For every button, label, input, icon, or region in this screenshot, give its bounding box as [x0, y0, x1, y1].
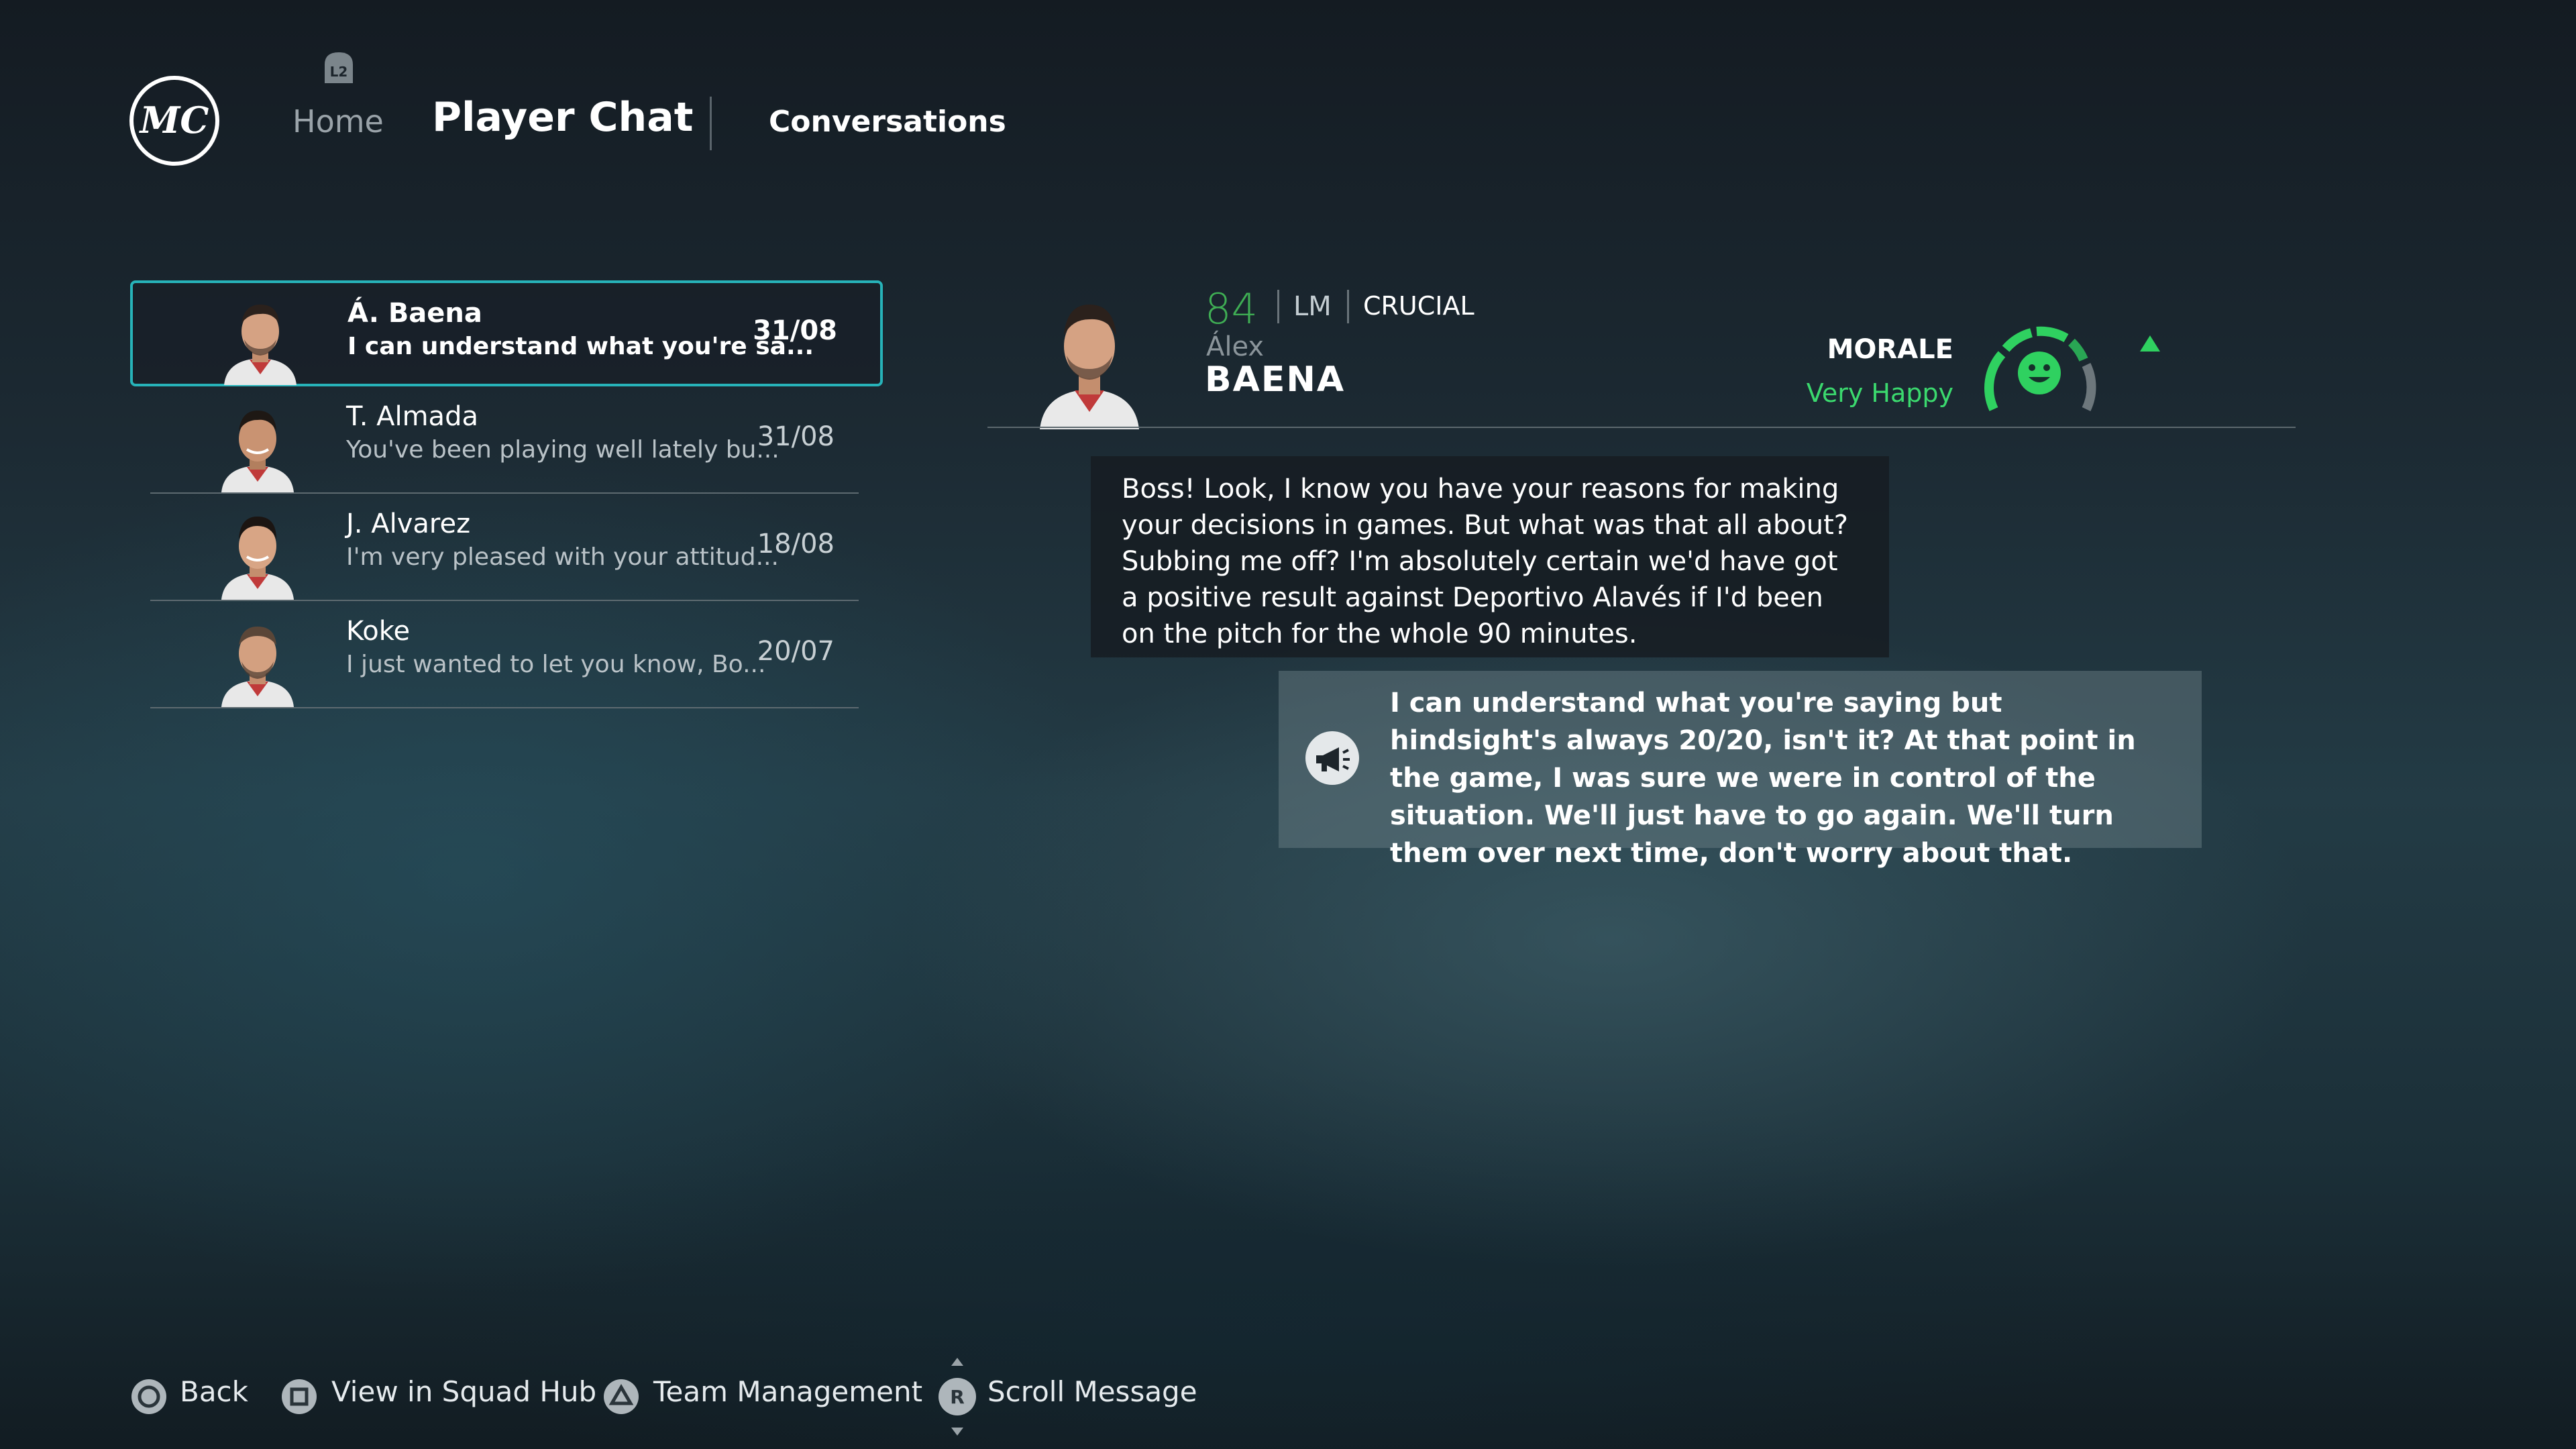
- nav-divider: [710, 97, 712, 150]
- svg-text:R: R: [950, 1386, 965, 1408]
- back-prompt[interactable]: Back: [180, 1375, 248, 1408]
- manager-reply-text: I can understand what you're saying but …: [1390, 688, 2136, 869]
- circle-button-icon: [131, 1379, 166, 1414]
- player-position: LM: [1293, 291, 1332, 322]
- scroll-message-prompt[interactable]: Scroll Message: [987, 1375, 1197, 1408]
- team-management-prompt[interactable]: Team Management: [653, 1375, 922, 1408]
- svg-text:L2: L2: [330, 64, 348, 80]
- conversation-date: 31/08: [757, 421, 835, 452]
- nav-home[interactable]: Home: [292, 103, 384, 140]
- player-avatar: [221, 411, 294, 492]
- player-rating: 84: [1205, 284, 1258, 333]
- conversation-date: 18/08: [757, 529, 835, 559]
- player-avatar: [221, 627, 294, 707]
- conversation-name: Á. Baena: [347, 298, 482, 329]
- megaphone-icon: [1305, 731, 1359, 785]
- manager-career-logo: MC: [129, 76, 219, 166]
- conversation-snippet: I can understand what you're sa...: [347, 333, 814, 360]
- player-first-name: Álex: [1206, 331, 1265, 362]
- conversation-item-baena[interactable]: Á. Baena I can understand what you're sa…: [130, 280, 883, 386]
- conversation-name: T. Almada: [346, 401, 478, 432]
- manager-reply-bubble: I can understand what you're saying but …: [1279, 671, 2202, 869]
- conversation-name: Koke: [346, 616, 411, 647]
- conversation-name: J. Alvarez: [346, 508, 471, 539]
- position-divider: [1347, 290, 1349, 323]
- rating-divider: [1277, 290, 1279, 323]
- player-photo: [1040, 305, 1139, 429]
- conversation-snippet: I just wanted to let you know, Bo...: [346, 651, 766, 678]
- right-stick-icon: R: [938, 1358, 976, 1436]
- player-avatar: [221, 517, 294, 600]
- player-last-name: BAENA: [1205, 360, 1346, 400]
- l2-button-icon: L2: [325, 52, 353, 83]
- tab-conversations[interactable]: Conversations: [769, 105, 1006, 139]
- player-message-bubble: Boss! Look, I know you have your reasons…: [1091, 456, 1889, 657]
- player-role: CRUCIAL: [1363, 291, 1474, 321]
- conversation-item-koke[interactable]: Koke I just wanted to let you know, Bo..…: [150, 601, 859, 708]
- page-title: Player Chat: [432, 94, 694, 141]
- conversation-item-almada[interactable]: T. Almada You've been playing well latel…: [150, 386, 859, 494]
- header-divider: [987, 427, 2296, 428]
- logo-text: MC: [139, 99, 209, 142]
- morale-label: MORALE: [1827, 334, 1953, 365]
- conversation-item-alvarez[interactable]: J. Alvarez I'm very pleased with your at…: [150, 494, 859, 601]
- morale-value: Very Happy: [1806, 378, 1953, 408]
- conversation-snippet: I'm very pleased with your attitud...: [346, 543, 779, 571]
- square-button-icon: [282, 1379, 317, 1414]
- triangle-button-icon: [604, 1379, 639, 1414]
- morale-trend-up-icon: [2140, 335, 2160, 352]
- view-in-squad-hub-prompt[interactable]: View in Squad Hub: [331, 1375, 596, 1408]
- player-message-text: Boss! Look, I know you have your reasons…: [1122, 474, 1849, 649]
- conversation-snippet: You've been playing well lately bu...: [346, 436, 780, 464]
- morale-smiley-gauge-icon: [1984, 326, 2096, 412]
- conversation-date: 20/07: [757, 636, 835, 667]
- player-avatar: [224, 305, 297, 385]
- conversation-date: 31/08: [753, 315, 837, 346]
